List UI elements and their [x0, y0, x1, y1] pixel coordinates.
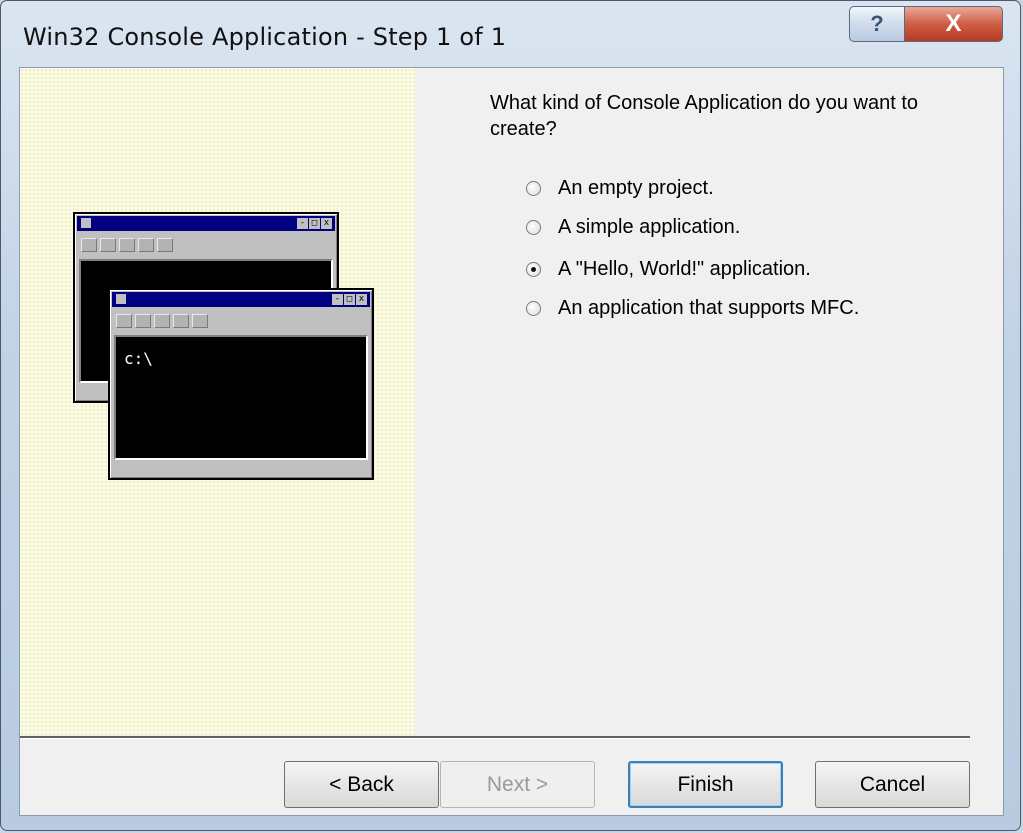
console-toolbar — [116, 314, 208, 328]
toolbar-icon — [116, 314, 132, 328]
radio-option-label: An empty project. — [558, 176, 714, 199]
toolbar-icon — [173, 314, 189, 328]
console-caption-bar: - □ x — [77, 216, 335, 231]
console-toolbar — [81, 238, 173, 252]
cancel-button[interactable]: Cancel — [815, 761, 970, 808]
console-screen: c:\ — [114, 335, 368, 460]
maximize-icon: □ — [309, 218, 320, 229]
toolbar-icon — [138, 238, 154, 252]
toolbar-icon — [81, 238, 97, 252]
finish-button[interactable]: Finish — [628, 761, 783, 808]
radio-option-label: An application that supports MFC. — [558, 296, 860, 319]
radio-button-icon[interactable] — [526, 219, 541, 235]
button-separator — [20, 736, 970, 739]
title-bar[interactable]: Win32 Console Application - Step 1 of 1 … — [1, 1, 1020, 67]
caption-buttons: - □ x — [332, 294, 367, 305]
help-button[interactable]: ? — [849, 6, 905, 42]
close-icon: X — [945, 10, 962, 37]
wizard-illustration-pane: - □ x - □ x c:\ — [20, 68, 415, 735]
radio-button-selected-icon[interactable] — [526, 261, 541, 277]
toolbar-icon — [119, 238, 135, 252]
minimize-icon: - — [332, 294, 343, 305]
radio-option-empty-project[interactable]: An empty project. — [526, 174, 714, 202]
close-icon: x — [356, 294, 367, 305]
maximize-icon: □ — [344, 294, 355, 305]
dialog-client-area: - □ x - □ x c:\ What kind of Console App… — [19, 67, 1004, 816]
toolbar-icon — [154, 314, 170, 328]
radio-option-hello-world[interactable]: A "Hello, World!" application. — [526, 255, 811, 283]
close-icon: x — [321, 218, 332, 229]
back-button[interactable]: < Back — [284, 761, 439, 808]
system-menu-icon — [116, 294, 126, 304]
minimize-icon: - — [297, 218, 308, 229]
radio-option-label: A simple application. — [558, 215, 741, 238]
wizard-question: What kind of Console Application do you … — [490, 92, 919, 140]
radio-button-icon[interactable] — [526, 180, 541, 196]
console-window-illustration-front: - □ x c:\ — [108, 288, 374, 480]
help-icon: ? — [870, 11, 884, 36]
console-prompt-text: c:\ — [124, 349, 153, 368]
radio-button-icon[interactable] — [526, 300, 541, 316]
radio-option-simple-application[interactable]: A simple application. — [526, 213, 740, 241]
radio-option-label: A "Hello, World!" application. — [558, 257, 811, 280]
close-button[interactable]: X — [904, 6, 1003, 42]
system-menu-icon — [81, 218, 91, 228]
caption-buttons: - □ x — [297, 218, 332, 229]
toolbar-icon — [100, 238, 116, 252]
dialog-window: Win32 Console Application - Step 1 of 1 … — [0, 0, 1021, 831]
radio-option-mfc-application[interactable]: An application that supports MFC. — [526, 294, 859, 322]
next-button[interactable]: Next > — [440, 761, 595, 808]
toolbar-icon — [192, 314, 208, 328]
toolbar-icon — [157, 238, 173, 252]
console-caption-bar: - □ x — [112, 292, 370, 307]
window-title: Win32 Console Application - Step 1 of 1 — [23, 23, 507, 51]
toolbar-icon — [135, 314, 151, 328]
